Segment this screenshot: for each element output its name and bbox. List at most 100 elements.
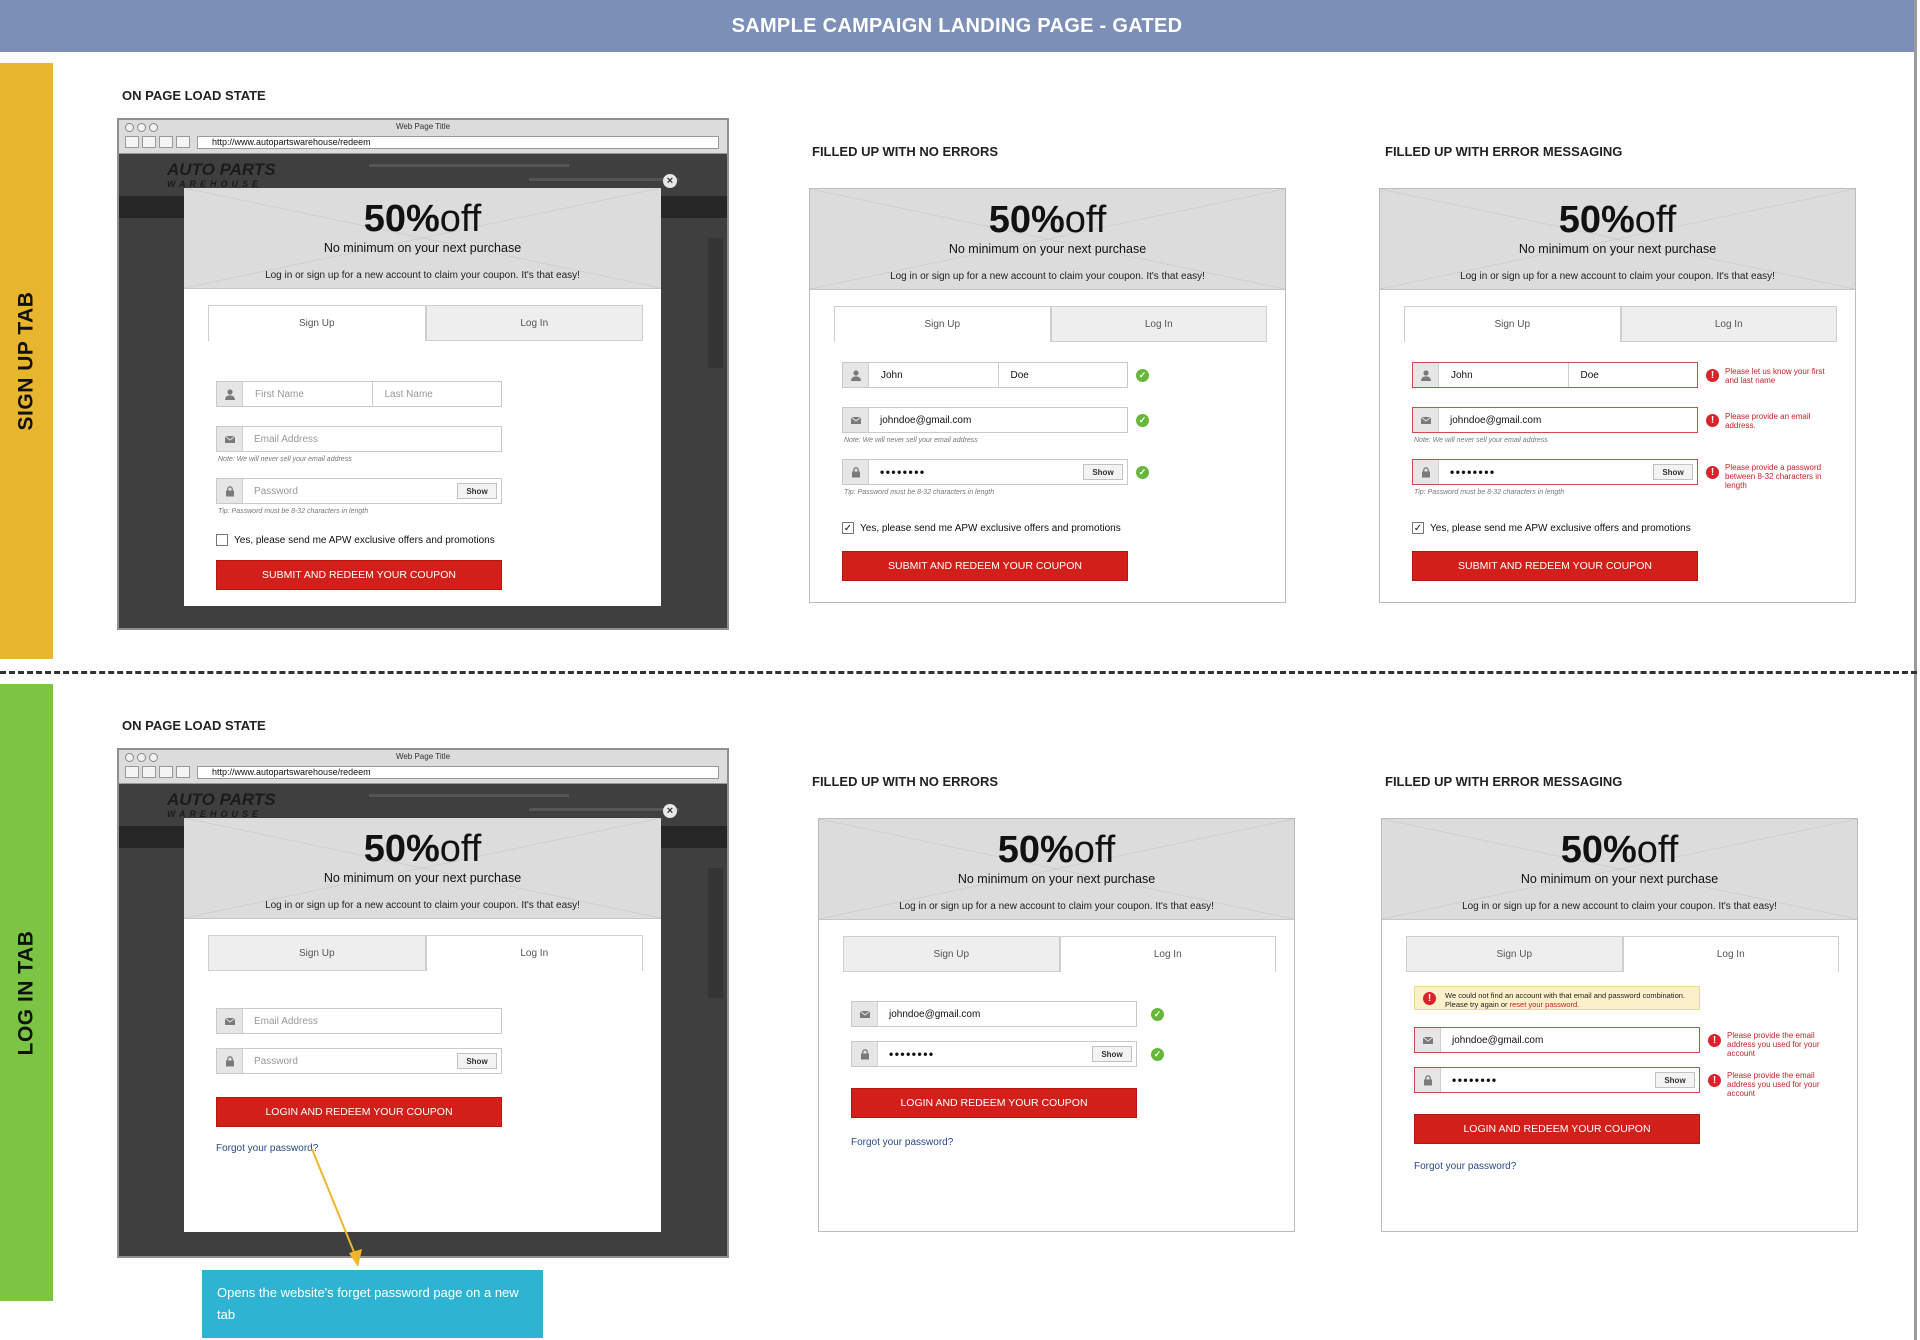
url-bar[interactable]: http://www.autopartswarehouse/redeem <box>197 136 719 149</box>
email-note: Note: We will never sell your email addr… <box>844 437 978 444</box>
submit-button[interactable]: SUBMIT AND REDEEM YOUR COUPON <box>1412 551 1698 581</box>
email-input[interactable]: johndoe@gmail.com <box>1441 1035 1699 1046</box>
tab-login[interactable]: Log In <box>425 305 643 341</box>
window-title: Web Page Title <box>395 752 451 761</box>
envelope-icon <box>1413 408 1439 432</box>
password-input[interactable]: •••••••• <box>878 1047 1092 1061</box>
url-bar[interactable]: http://www.autopartswarehouse/redeem <box>197 766 719 779</box>
login-button[interactable]: LOGIN AND REDEEM YOUR COUPON <box>216 1097 502 1127</box>
password-field[interactable]: Password Show <box>216 1048 502 1074</box>
login-button[interactable]: LOGIN AND REDEEM YOUR COUPON <box>851 1088 1137 1118</box>
auth-tabs: Sign Up Log In <box>843 936 1276 972</box>
email-input[interactable]: Email Address <box>243 1016 501 1027</box>
auth-tabs: Sign Up Log In <box>1404 306 1837 342</box>
envelope-icon <box>217 427 243 451</box>
promo-offer: 50%off <box>363 198 482 240</box>
tab-signup[interactable]: Sign Up <box>843 936 1060 972</box>
show-password-button[interactable]: Show <box>1655 1072 1695 1088</box>
tab-signup[interactable]: Sign Up <box>208 935 426 971</box>
login-password-error-message: Please provide the email address you use… <box>1727 1071 1820 1098</box>
first-name-input[interactable]: John <box>869 363 999 387</box>
promo-subtitle: No minimum on your next purchase <box>1520 872 1719 886</box>
optin-checkbox-row[interactable]: Yes, please send me APW exclusive offers… <box>216 534 495 546</box>
first-name-input[interactable]: John <box>1439 363 1569 387</box>
tab-signup[interactable]: Sign Up <box>1404 306 1621 342</box>
tab-login[interactable]: Log In <box>1059 936 1276 972</box>
state-label-signup-errors: FILLED UP WITH ERROR MESSAGING <box>1385 144 1623 159</box>
last-name-input[interactable]: Doe <box>1569 363 1698 387</box>
password-input[interactable]: •••••••• <box>1439 465 1653 479</box>
email-field[interactable]: johndoe@gmail.com <box>842 407 1128 433</box>
email-input[interactable]: Email Address <box>243 434 501 445</box>
show-password-button[interactable]: Show <box>457 1053 497 1069</box>
login-error-banner: ! We could not find an account with that… <box>1414 986 1700 1010</box>
lock-icon <box>1413 460 1439 484</box>
password-input[interactable]: Password <box>243 1056 457 1067</box>
optin-checkbox[interactable]: ✓ <box>1412 522 1424 534</box>
tab-login[interactable]: Log In <box>425 935 643 971</box>
check-circle-icon: ✓ <box>1151 1008 1164 1021</box>
modal-close-icon[interactable]: × <box>663 804 677 818</box>
tab-signup[interactable]: Sign Up <box>208 305 426 341</box>
reset-password-link[interactable]: reset your password. <box>1510 1000 1580 1009</box>
tab-login[interactable]: Log In <box>1620 306 1837 342</box>
email-field[interactable]: Email Address <box>216 426 502 452</box>
email-input[interactable]: johndoe@gmail.com <box>1439 415 1697 426</box>
show-password-button[interactable]: Show <box>1653 464 1693 480</box>
promo-hero: 50%off No minimum on your next purchase … <box>1382 819 1857 920</box>
browser-nav-buttons[interactable] <box>125 136 190 148</box>
modal-close-icon[interactable]: × <box>663 174 677 188</box>
check-circle-icon: ✓ <box>1136 369 1149 382</box>
email-field[interactable]: Email Address <box>216 1008 502 1034</box>
first-name-input[interactable]: First Name <box>243 382 373 406</box>
password-input[interactable]: •••••••• <box>1441 1073 1655 1087</box>
state-label-login-onload: ON PAGE LOAD STATE <box>122 718 266 733</box>
password-field[interactable]: Password Show <box>216 478 502 504</box>
forgot-password-link[interactable]: Forgot your password? <box>1414 1161 1516 1172</box>
tab-signup[interactable]: Sign Up <box>1406 936 1623 972</box>
login-modal-onload: 50%off No minimum on your next purchase … <box>184 818 661 1232</box>
promo-subtitle: No minimum on your next purchase <box>948 242 1147 256</box>
forgot-password-link[interactable]: Forgot your password? <box>851 1137 953 1148</box>
password-field[interactable]: •••••••• Show <box>1412 459 1698 485</box>
submit-button[interactable]: SUBMIT AND REDEEM YOUR COUPON <box>842 551 1128 581</box>
password-input[interactable]: Password <box>243 486 457 497</box>
email-field[interactable]: johndoe@gmail.com <box>1414 1027 1700 1053</box>
tab-login[interactable]: Log In <box>1622 936 1839 972</box>
last-name-input[interactable]: Last Name <box>373 382 502 406</box>
show-password-button[interactable]: Show <box>457 483 497 499</box>
optin-checkbox-row[interactable]: ✓ Yes, please send me APW exclusive offer… <box>1412 522 1691 534</box>
browser-nav-buttons[interactable] <box>125 766 190 778</box>
password-field[interactable]: •••••••• Show <box>851 1041 1137 1067</box>
login-button[interactable]: LOGIN AND REDEEM YOUR COUPON <box>1414 1114 1700 1144</box>
lock-icon <box>843 460 869 484</box>
browser-window-login: Web Page Title http://www.autopartswareh… <box>117 748 729 1258</box>
password-field[interactable]: •••••••• Show <box>842 459 1128 485</box>
user-icon <box>217 382 243 406</box>
tab-signup[interactable]: Sign Up <box>834 306 1051 342</box>
email-input[interactable]: johndoe@gmail.com <box>878 1009 1136 1020</box>
optin-checkbox-row[interactable]: ✓ Yes, please send me APW exclusive offer… <box>842 522 1121 534</box>
page-header: SAMPLE CAMPAIGN LANDING PAGE - GATED <box>0 0 1914 52</box>
login-modal-no-errors: 50%off No minimum on your next purchase … <box>818 818 1295 1232</box>
tab-login[interactable]: Log In <box>1050 306 1267 342</box>
promo-offer: 50%off <box>997 829 1116 871</box>
promo-subtitle: No minimum on your next purchase <box>323 241 522 255</box>
optin-checkbox[interactable] <box>216 534 228 546</box>
alert-circle-icon: ! <box>1706 466 1719 479</box>
password-tip: Tip: Password must be 8-32 characters in… <box>218 508 369 515</box>
optin-checkbox[interactable]: ✓ <box>842 522 854 534</box>
promo-offer: 50%off <box>1560 829 1679 871</box>
password-input[interactable]: •••••••• <box>869 465 1083 479</box>
submit-button[interactable]: SUBMIT AND REDEEM YOUR COUPON <box>216 560 502 590</box>
email-input[interactable]: johndoe@gmail.com <box>869 415 1127 426</box>
email-field[interactable]: johndoe@gmail.com <box>851 1001 1137 1027</box>
password-field[interactable]: •••••••• Show <box>1414 1067 1700 1093</box>
name-fields: John Doe <box>1412 362 1698 388</box>
login-email-error-message: Please provide the email address you use… <box>1727 1031 1820 1058</box>
promo-instruction: Log in or sign up for a new account to c… <box>1460 271 1775 282</box>
email-field[interactable]: johndoe@gmail.com <box>1412 407 1698 433</box>
last-name-input[interactable]: Doe <box>999 363 1128 387</box>
show-password-button[interactable]: Show <box>1083 464 1123 480</box>
show-password-button[interactable]: Show <box>1092 1046 1132 1062</box>
